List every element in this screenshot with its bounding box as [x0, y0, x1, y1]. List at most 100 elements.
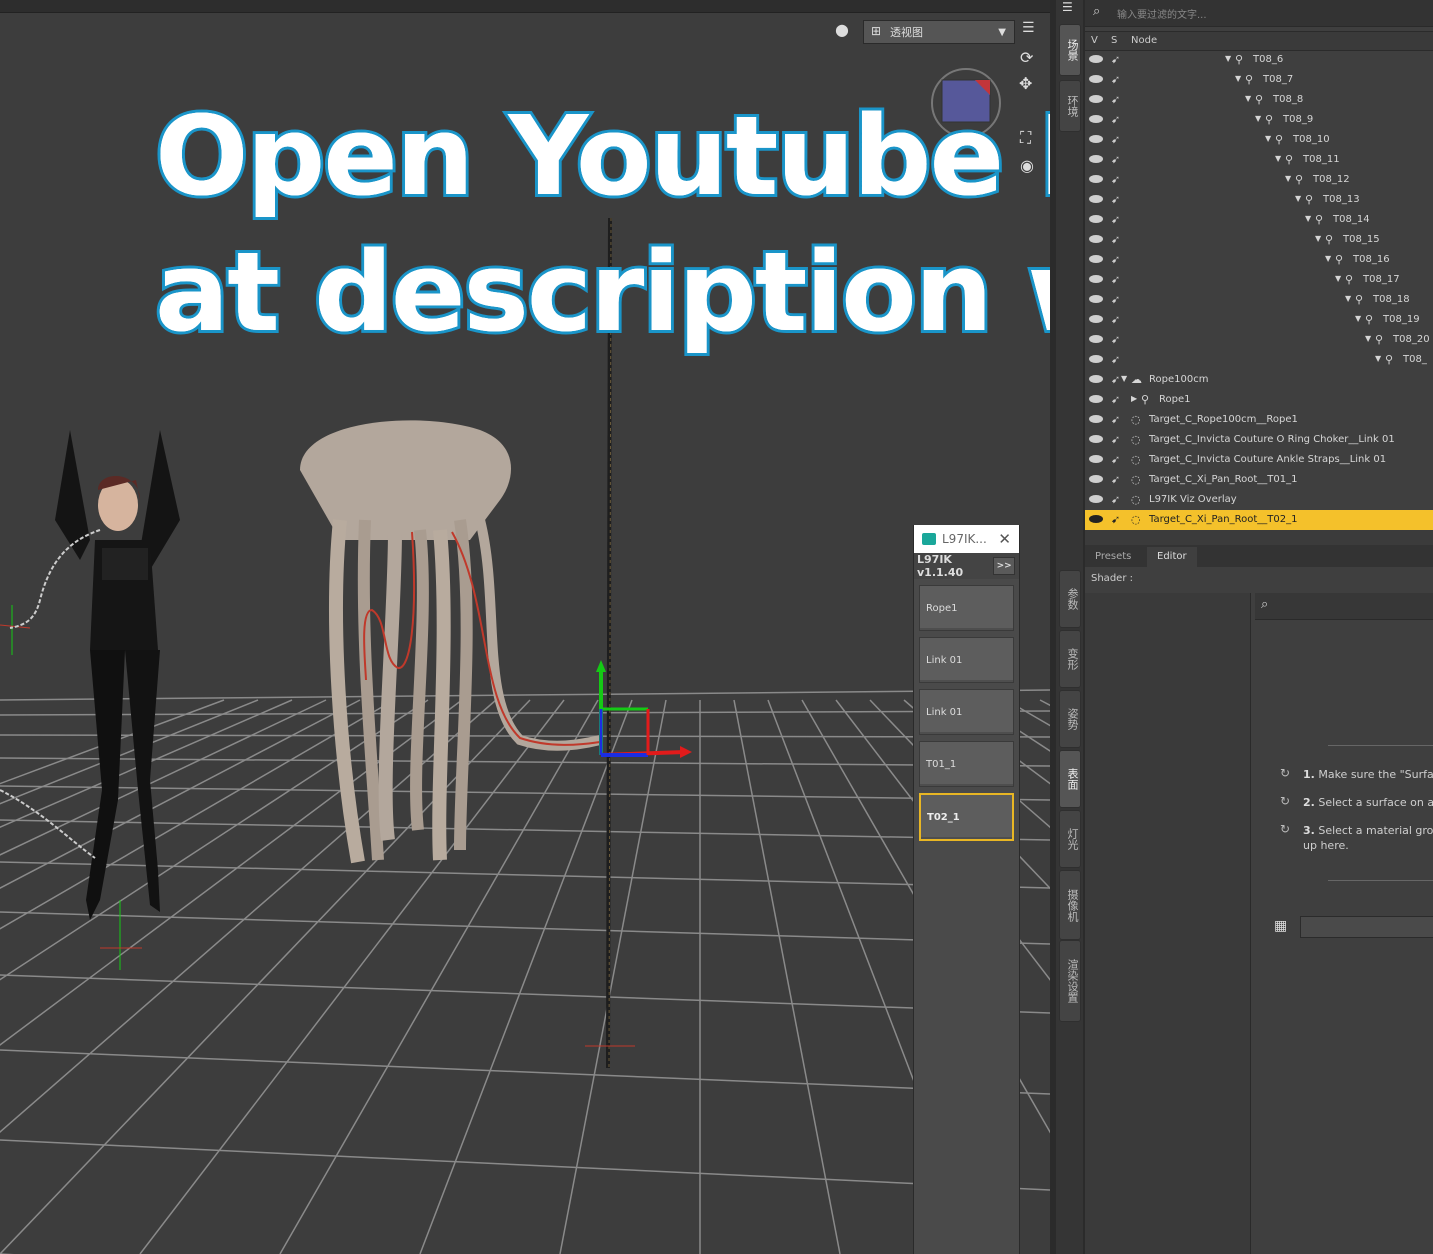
scene-search[interactable]: ⌕ 输入要过滤的文字... — [1085, 0, 1433, 27]
scene-row[interactable]: ➹ ▼ ⚲ T08_19 — [1085, 310, 1433, 330]
select-icon[interactable]: ➹ — [1111, 333, 1120, 346]
scene-row[interactable]: ➹ ▼ ⚲ T08_14 — [1085, 210, 1433, 230]
menu-icon[interactable]: ☰ — [1022, 20, 1035, 36]
scene-row[interactable]: ➹ ◌ Target_C_Xi_Pan_Root__T02_1 — [1085, 510, 1433, 530]
eye-icon[interactable] — [1089, 195, 1103, 203]
select-icon[interactable]: ➹ — [1111, 353, 1120, 366]
chevron-down-icon[interactable]: ▼ — [1225, 54, 1231, 63]
chevron-down-icon[interactable]: ▼ — [1265, 134, 1271, 143]
scene-row[interactable]: ➹ ▼ ⚲ T08_16 — [1085, 250, 1433, 270]
select-icon[interactable]: ➹ — [1111, 453, 1120, 466]
scene-row[interactable]: ➹ ▶ ⚲ Rope1 — [1085, 390, 1433, 410]
scene-row[interactable]: ➹ ◌ Target_C_Xi_Pan_Root__T01_1 — [1085, 470, 1433, 490]
scene-row[interactable]: ➹ ▼ ⚲ T08_10 — [1085, 130, 1433, 150]
col-node[interactable]: Node — [1131, 35, 1157, 46]
tab-presets[interactable]: Presets — [1085, 547, 1141, 567]
tab-environment[interactable]: 环境 — [1059, 80, 1081, 132]
select-icon[interactable]: ➹ — [1111, 53, 1120, 66]
ik-button-t02[interactable]: T02_1 — [919, 793, 1014, 841]
ik-button-link01-a[interactable]: Link 01 — [919, 637, 1014, 683]
menu-icon-2[interactable]: ☰ — [1062, 0, 1073, 14]
select-icon[interactable]: ➹ — [1111, 233, 1120, 246]
tab-shaping[interactable]: 变形 — [1059, 630, 1081, 688]
tab-pose[interactable]: 姿势 — [1059, 690, 1081, 748]
chevron-down-icon[interactable]: ▼ — [1235, 74, 1241, 83]
scene-row[interactable]: ➹ ▼ ⚲ T08_11 — [1085, 150, 1433, 170]
orbit-icon[interactable]: ⟳ — [1020, 48, 1033, 67]
surface-search[interactable]: ⌕ — [1255, 593, 1433, 620]
eye-icon[interactable] — [1089, 255, 1103, 263]
eye-icon[interactable] — [1089, 155, 1103, 163]
scene-row[interactable]: ➹ ▼ ⚲ T08_15 — [1085, 230, 1433, 250]
col-visible[interactable]: V — [1091, 35, 1098, 46]
search-input[interactable]: 输入要过滤的文字... — [1117, 6, 1207, 21]
scene-row[interactable]: ➹ ▼ ⚲ T08_17 — [1085, 270, 1433, 290]
ik-button-link01-b[interactable]: Link 01 — [919, 689, 1014, 735]
select-icon[interactable]: ➹ — [1111, 173, 1120, 186]
scene-row[interactable]: ➹ ▼ ⚲ T08_20 — [1085, 330, 1433, 350]
render-field[interactable] — [1300, 916, 1433, 938]
eye-icon[interactable] — [1089, 55, 1103, 63]
chevron-down-icon[interactable]: ▼ — [1355, 314, 1361, 323]
eye-icon[interactable] — [1089, 75, 1103, 83]
eye-icon[interactable] — [1089, 515, 1103, 523]
chevron-down-icon[interactable]: ▼ — [1121, 374, 1127, 383]
select-icon[interactable]: ➹ — [1111, 313, 1120, 326]
ik-panel-titlebar[interactable]: L97IK... ✕ — [914, 525, 1019, 553]
chevron-down-icon[interactable]: ▼ — [1325, 254, 1331, 263]
chevron-down-icon[interactable]: ▼ — [1275, 154, 1281, 163]
scene-row[interactable]: ➹ ▼ ☁ Rope100cm — [1085, 370, 1433, 390]
pan-icon[interactable]: ✥ — [1019, 74, 1032, 93]
viewport-3d[interactable]: ● ⊞ 透视图 ▼ ☰ ⟳ ✥ ⛶ ◉ Open Youtube Demo at… — [0, 0, 1050, 1254]
tab-cameras[interactable]: 摄像机 — [1059, 870, 1081, 940]
clapper-icon[interactable]: ▦ — [1274, 918, 1287, 934]
tab-render-settings[interactable]: 渲染设置 — [1059, 940, 1081, 1022]
chevron-down-icon[interactable]: ▼ — [1305, 214, 1311, 223]
select-icon[interactable]: ➹ — [1111, 393, 1120, 406]
eye-icon[interactable] — [1089, 215, 1103, 223]
expand-button[interactable]: >> — [993, 557, 1015, 575]
scene-row[interactable]: ➹ ◌ Target_C_Rope100cm__Rope1 — [1085, 410, 1433, 430]
close-icon[interactable]: ✕ — [998, 530, 1011, 548]
chevron-down-icon[interactable]: ▼ — [1375, 354, 1381, 363]
eye-icon[interactable] — [1089, 115, 1103, 123]
select-icon[interactable]: ➹ — [1111, 473, 1120, 486]
select-icon[interactable]: ➹ — [1111, 153, 1120, 166]
scene-row[interactable]: ➹ ▼ ⚲ T08_18 — [1085, 290, 1433, 310]
eye-icon[interactable] — [1089, 135, 1103, 143]
select-icon[interactable]: ➹ — [1111, 433, 1120, 446]
select-icon[interactable]: ➹ — [1111, 413, 1120, 426]
chevron-down-icon[interactable]: ▼ — [1245, 94, 1251, 103]
select-icon[interactable]: ➹ — [1111, 193, 1120, 206]
ik-button-t01[interactable]: T01_1 — [919, 741, 1014, 787]
select-icon[interactable]: ➹ — [1111, 93, 1120, 106]
chevron-down-icon[interactable]: ▼ — [1255, 114, 1261, 123]
select-icon[interactable]: ➹ — [1111, 133, 1120, 146]
scene-row[interactable]: ➹ ▼ ⚲ T08_ — [1085, 350, 1433, 370]
eye-icon[interactable] — [1089, 275, 1103, 283]
eye-icon[interactable] — [1089, 335, 1103, 343]
scene-row[interactable]: ➹ ▼ ⚲ T08_13 — [1085, 190, 1433, 210]
eye-icon[interactable] — [1089, 95, 1103, 103]
select-icon[interactable]: ➹ — [1111, 113, 1120, 126]
scene-row[interactable]: ➹ ◌ Target_C_Invicta Couture O Ring Choker… — [1085, 430, 1433, 450]
select-icon[interactable]: ➹ — [1111, 73, 1120, 86]
scene-row[interactable]: ➹ ▼ ⚲ T08_6 — [1085, 50, 1433, 70]
tab-editor[interactable]: Editor — [1147, 547, 1197, 567]
scene-row[interactable]: ➹ ◌ L97IK Viz Overlay — [1085, 490, 1433, 510]
tab-scene[interactable]: 场景 — [1059, 24, 1081, 76]
tab-parameters[interactable]: 参数 — [1059, 570, 1081, 628]
scene-row[interactable]: ➹ ▼ ⚲ T08_7 — [1085, 70, 1433, 90]
eye-icon[interactable] — [1089, 295, 1103, 303]
chevron-down-icon[interactable]: ▼ — [1315, 234, 1321, 243]
select-icon[interactable]: ➹ — [1111, 213, 1120, 226]
view-dropdown[interactable]: ⊞ 透视图 ▼ — [863, 20, 1015, 44]
scene-row[interactable]: ➹ ▼ ⚲ T08_12 — [1085, 170, 1433, 190]
select-icon[interactable]: ➹ — [1111, 253, 1120, 266]
scene-row[interactable]: ➹ ▼ ⚲ T08_8 — [1085, 90, 1433, 110]
eye-icon[interactable] — [1089, 455, 1103, 463]
scene-row[interactable]: ➹ ▼ ⚲ T08_9 — [1085, 110, 1433, 130]
chevron-down-icon[interactable]: ▶ — [1131, 394, 1137, 403]
eye-icon[interactable] — [1089, 435, 1103, 443]
select-icon[interactable]: ➹ — [1111, 513, 1120, 526]
